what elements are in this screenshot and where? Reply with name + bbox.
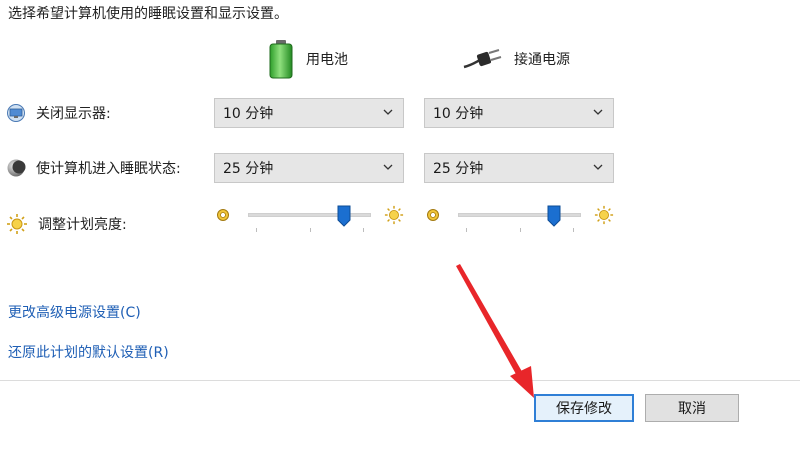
battery-column-header: 用电池: [268, 38, 348, 80]
restore-defaults-link[interactable]: 还原此计划的默认设置(R): [8, 342, 169, 362]
sleep-plugged-value: 25 分钟: [433, 161, 484, 177]
brightness-label: 调整计划亮度:: [38, 217, 127, 233]
slider-tick: [466, 228, 467, 232]
brightness-battery-thumb[interactable]: [337, 205, 351, 227]
battery-icon: [269, 40, 293, 79]
brightness-plugged-thumb[interactable]: [547, 205, 561, 227]
brightness-plugged-track[interactable]: [458, 213, 581, 217]
dim-sun-icon: [217, 209, 229, 221]
chevron-down-icon: [383, 164, 393, 170]
sleep-battery-value: 25 分钟: [223, 161, 274, 177]
slider-tick: [519, 228, 521, 232]
moon-icon: [7, 159, 26, 177]
sleep-battery-select[interactable]: 25 分钟: [214, 153, 404, 183]
chevron-down-icon: [383, 109, 393, 115]
battery-column-label: 用电池: [306, 52, 348, 68]
sleep-row-label: 使计算机进入睡眠状态:: [6, 156, 181, 180]
plugged-column-label: 接通电源: [514, 52, 570, 68]
sun-icon: [7, 214, 27, 234]
advanced-power-settings-link[interactable]: 更改高级电源设置(C): [8, 302, 141, 322]
brightness-battery-track[interactable]: [248, 213, 371, 217]
save-changes-button[interactable]: 保存修改: [534, 394, 634, 422]
brightness-row-label: 调整计划亮度:: [6, 212, 127, 236]
slider-tick: [256, 228, 257, 232]
bright-sun-icon: [594, 205, 614, 225]
monitor-icon: [7, 104, 25, 122]
display-off-row-label: 关闭显示器:: [6, 101, 111, 125]
display-off-label: 关闭显示器:: [36, 106, 111, 122]
sleep-label: 使计算机进入睡眠状态:: [36, 161, 181, 177]
slider-tick: [363, 228, 364, 232]
display-off-battery-select[interactable]: 10 分钟: [214, 98, 404, 128]
sleep-plugged-select[interactable]: 25 分钟: [424, 153, 614, 183]
bright-sun-icon: [384, 205, 404, 225]
plugged-column-header: 接通电源: [462, 38, 570, 80]
dim-sun-icon: [427, 209, 439, 221]
footer-divider: [0, 380, 800, 381]
slider-tick: [309, 228, 311, 232]
slider-tick: [573, 228, 574, 232]
brightness-battery-slider-group: [214, 202, 414, 238]
power-plug-icon: [463, 49, 502, 69]
chevron-down-icon: [593, 164, 603, 170]
display-off-plugged-select[interactable]: 10 分钟: [424, 98, 614, 128]
cancel-button[interactable]: 取消: [645, 394, 739, 422]
display-off-battery-value: 10 分钟: [223, 106, 274, 122]
brightness-plugged-slider-group: [424, 202, 624, 238]
chevron-down-icon: [593, 109, 603, 115]
display-off-plugged-value: 10 分钟: [433, 106, 484, 122]
page-intro: 选择希望计算机使用的睡眠设置和显示设置。: [8, 6, 288, 22]
